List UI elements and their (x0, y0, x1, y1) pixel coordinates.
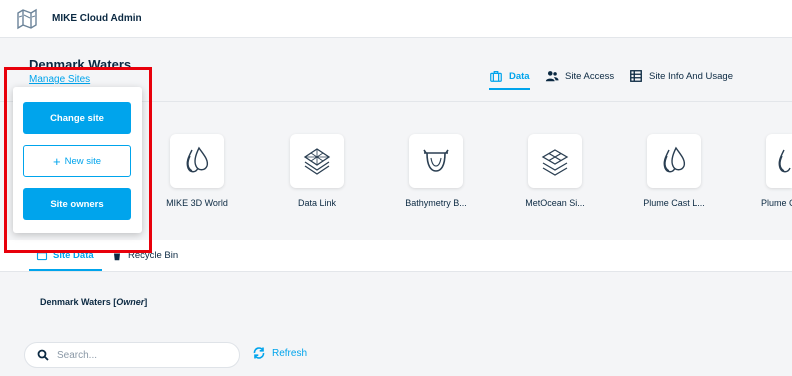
subtab-label: Recycle Bin (128, 249, 179, 261)
app-tile-metocean[interactable]: MetOcean Si... (500, 134, 610, 208)
tab-label: Data (509, 70, 530, 82)
waterdrops-icon (663, 146, 686, 173)
app-tile-plume-cast[interactable]: Plume Cast L... (619, 134, 729, 208)
app-icon-box (528, 134, 582, 188)
briefcase-icon (490, 71, 502, 82)
manage-sites-popup: Change site + New site Site owners (13, 87, 142, 233)
search-box[interactable] (24, 342, 240, 368)
app-label: Plume Cast L... (643, 198, 705, 208)
refresh-label: Refresh (272, 347, 308, 359)
app-icon-box (766, 134, 792, 188)
app-label: Bathymetry B... (405, 198, 467, 208)
app-label: MIKE 3D World (166, 198, 228, 208)
app-tile-bathymetry[interactable]: Bathymetry B... (381, 134, 491, 208)
app-label: MetOcean Si... (525, 198, 585, 208)
app-tile-data-link[interactable]: Data Link (262, 134, 372, 208)
search-icon (37, 349, 49, 361)
subtab-recycle-bin[interactable]: Recycle Bin (111, 249, 178, 261)
trash-icon (113, 250, 121, 261)
tab-site-access[interactable]: Site Access (545, 64, 614, 88)
app-title: MIKE Cloud Admin (52, 13, 142, 24)
app-icon-box (647, 134, 701, 188)
refresh-button[interactable]: Refresh (252, 346, 307, 360)
metocean-icon (541, 149, 569, 176)
owner-name: Denmark Waters (40, 297, 111, 307)
search-input[interactable] (57, 349, 217, 361)
briefcase-icon (36, 250, 48, 261)
subtab-site-data[interactable]: Site Data (36, 249, 94, 261)
map-folded-icon[interactable] (15, 7, 39, 31)
app-tile-mike-3d-world[interactable]: MIKE 3D World (142, 134, 252, 208)
tab-data[interactable]: Data (489, 64, 530, 90)
owner-label: Denmark Waters [Owner] (40, 297, 148, 307)
owner-role: Owner (116, 297, 145, 307)
site-owners-button[interactable]: Site owners (23, 188, 131, 220)
app-icon-box (290, 134, 344, 188)
subtab-label: Site Data (53, 249, 94, 261)
tab-label: Site Info And Usage (649, 70, 733, 82)
app-tile-plume-c[interactable]: Plume C (739, 134, 792, 208)
app-label: Plume C (761, 198, 792, 208)
refresh-icon (253, 347, 265, 359)
change-site-button[interactable]: Change site (23, 102, 131, 134)
users-icon (545, 71, 559, 82)
tab-label: Site Access (565, 70, 615, 82)
table-icon (630, 70, 642, 82)
plus-icon: + (52, 153, 61, 169)
app-icon-box (170, 134, 224, 188)
main-content: Denmark Waters [Owner] Refresh (0, 273, 792, 376)
app-label: Data Link (297, 198, 337, 208)
app-icon-box (409, 134, 463, 188)
waterdrops-icon (778, 149, 791, 173)
sub-tabs: Site Data Recycle Bin (0, 240, 792, 272)
waterdrops-icon (186, 146, 209, 173)
new-site-label: New site (64, 155, 102, 167)
site-title: Denmark Waters (29, 57, 132, 72)
top-bar: MIKE Cloud Admin (0, 0, 792, 38)
tab-site-info-and-usage[interactable]: Site Info And Usage (629, 64, 733, 88)
layers-icon (303, 148, 331, 175)
bathymetry-icon (423, 149, 449, 172)
active-tab-indicator (29, 269, 102, 271)
manage-sites-link[interactable]: Manage Sites (29, 74, 90, 85)
new-site-button[interactable]: + New site (23, 145, 131, 177)
